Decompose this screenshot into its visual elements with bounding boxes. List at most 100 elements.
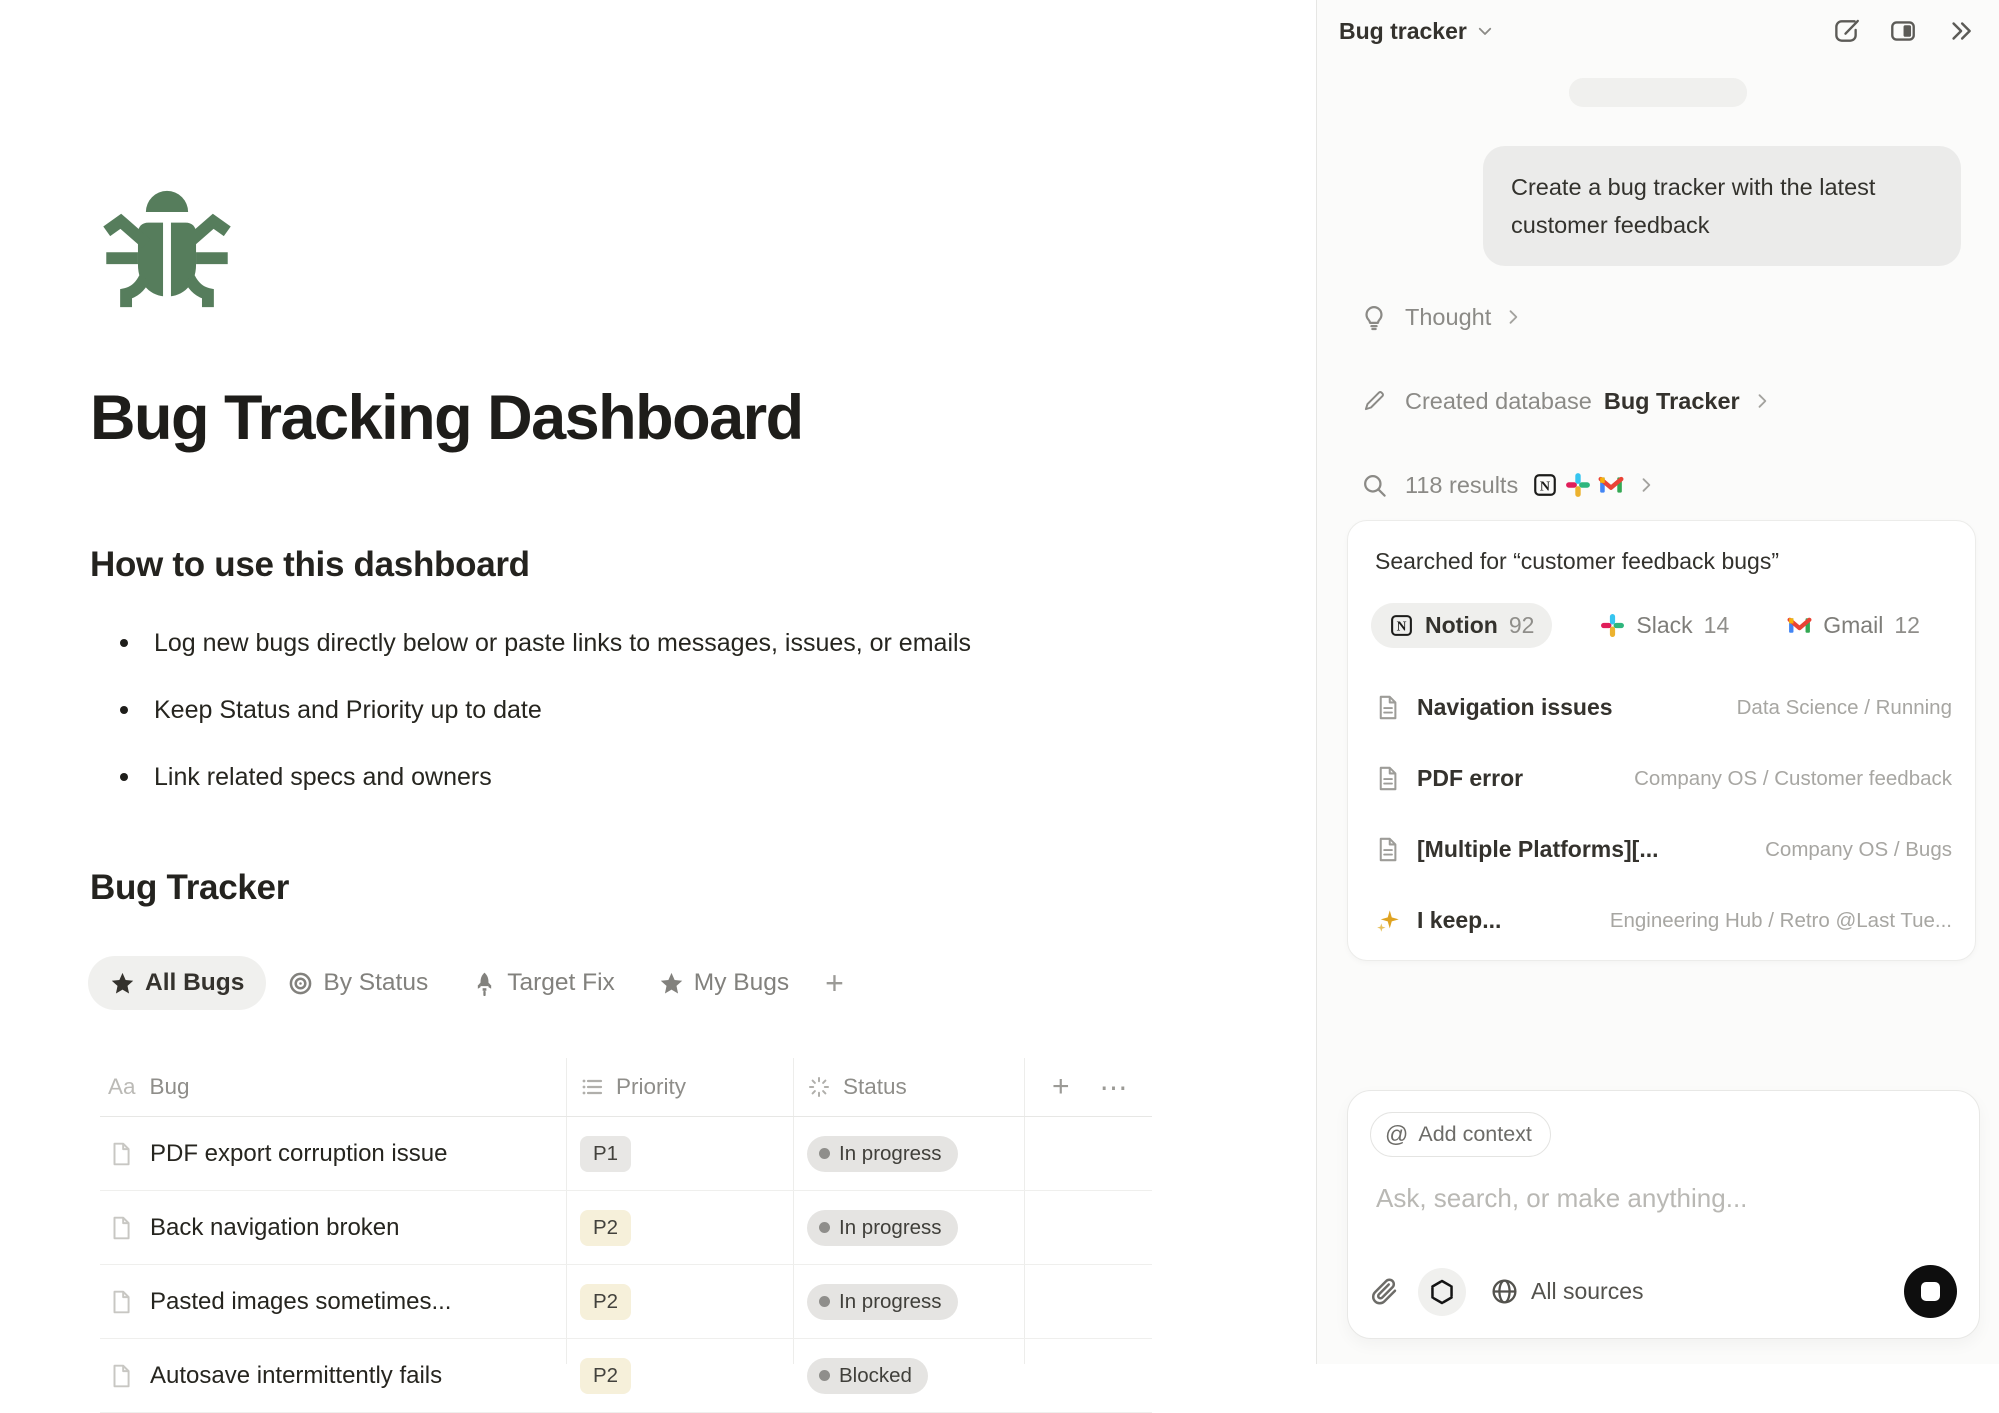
compose-icon[interactable] [1831, 16, 1861, 46]
status-chip[interactable]: In progress [807, 1136, 958, 1172]
priority-chip[interactable]: P2 [580, 1284, 631, 1320]
howto-bullets: Log new bugs directly below or paste lin… [120, 628, 1220, 829]
at-icon: @ [1385, 1121, 1408, 1148]
document-icon [1371, 765, 1403, 792]
agent-activity-log: Thought Created database Bug Tracker [1359, 298, 1969, 550]
panel-title: Bug tracker [1339, 18, 1467, 45]
all-sources-selector[interactable]: All sources [1490, 1277, 1643, 1306]
list-item[interactable]: [Multiple Platforms][... Company OS / Bu… [1371, 814, 1952, 885]
page-icon [108, 1289, 134, 1315]
table-row[interactable]: Autosave intermittently fails P2 Blocked [100, 1339, 1152, 1413]
column-header-bug[interactable]: Aa Bug [100, 1058, 566, 1116]
document-icon [1371, 836, 1403, 863]
howto-heading: How to use this dashboard [90, 545, 530, 585]
table-row[interactable]: PDF export corruption issue P1 In progre… [100, 1117, 1152, 1191]
priority-chip[interactable]: P1 [580, 1136, 631, 1172]
panel-title-dropdown[interactable]: Bug tracker [1339, 18, 1494, 45]
list-icon [580, 1075, 604, 1099]
user-message-bubble: Create a bug tracker with the latest cus… [1483, 146, 1961, 266]
source-tabs: N Notion 92 Slack 14 Gmail 12 [1371, 603, 1952, 648]
table-row[interactable]: Back navigation broken P2 In progress [100, 1191, 1152, 1265]
model-selector[interactable] [1418, 1268, 1466, 1316]
list-item[interactable]: PDF error Company OS / Customer feedback [1371, 743, 1952, 814]
source-tab-count: 92 [1509, 612, 1535, 639]
all-sources-label: All sources [1531, 1278, 1643, 1305]
add-column-button[interactable]: + [1052, 1070, 1070, 1104]
ai-side-panel: Bug tracker Create a bug tracker with th… [1316, 0, 1999, 1364]
sparkles-icon [1371, 907, 1403, 934]
source-icons: N [1532, 472, 1624, 498]
bug-title: Back navigation broken [150, 1214, 400, 1242]
page-title: Bug Tracking Dashboard [90, 382, 803, 454]
column-label: Bug [150, 1074, 190, 1100]
source-tab-count: 12 [1894, 612, 1920, 639]
status-dot [819, 1370, 830, 1381]
result-title: Navigation issues [1417, 694, 1613, 721]
result-title: I keep... [1417, 907, 1501, 934]
double-chevron-right-icon[interactable] [1945, 16, 1975, 46]
svg-text:N: N [1540, 478, 1550, 494]
rocket-icon [472, 971, 497, 996]
tracker-heading: Bug Tracker [90, 868, 289, 908]
activity-target: Bug Tracker [1604, 388, 1740, 415]
source-tab-gmail[interactable]: Gmail 12 [1777, 603, 1930, 648]
paperclip-icon[interactable] [1370, 1277, 1400, 1307]
slack-icon [1600, 613, 1625, 638]
search-results-title: Searched for “customer feedback bugs” [1375, 548, 1952, 575]
bullet-dot [120, 639, 128, 647]
activity-label: Thought [1405, 304, 1491, 331]
composer-input[interactable]: Ask, search, or make anything... [1376, 1183, 1957, 1214]
column-header-priority[interactable]: Priority [566, 1058, 793, 1116]
screen: Bug Tracking Dashboard How to use this d… [0, 0, 1999, 1364]
source-tab-notion[interactable]: N Notion 92 [1371, 603, 1552, 648]
status-chip[interactable]: In progress [807, 1284, 958, 1320]
column-header-status[interactable]: Status [793, 1058, 1024, 1116]
activity-created-database[interactable]: Created database Bug Tracker [1359, 382, 1969, 420]
bug-title: Pasted images sometimes... [150, 1288, 451, 1316]
table-row[interactable]: Pasted images sometimes... P2 In progres… [100, 1265, 1152, 1339]
priority-chip[interactable]: P2 [580, 1210, 631, 1246]
side-peek-icon[interactable] [1888, 16, 1918, 46]
result-context: Data Science / Running [1723, 696, 1952, 720]
source-tab-label: Gmail [1823, 612, 1883, 639]
pencil-icon [1359, 388, 1389, 414]
star-icon [659, 971, 684, 996]
stop-button[interactable] [1904, 1265, 1957, 1318]
globe-icon [1490, 1277, 1519, 1306]
view-tab-label: My Bugs [694, 969, 789, 997]
document-icon [1371, 694, 1403, 721]
list-item[interactable]: Navigation issues Data Science / Running [1371, 672, 1952, 743]
bug-title: PDF export corruption issue [150, 1140, 447, 1168]
bullet-item: Keep Status and Priority up to date [120, 695, 1220, 726]
result-title: PDF error [1417, 765, 1523, 792]
status-chip[interactable]: In progress [807, 1210, 958, 1246]
activity-thought[interactable]: Thought [1359, 298, 1969, 336]
ai-composer[interactable]: @ Add context Ask, search, or make anyth… [1347, 1090, 1980, 1339]
source-tab-label: Notion [1425, 612, 1498, 639]
view-tab-target-fix[interactable]: Target Fix [450, 956, 637, 1010]
text-type-icon: Aa [108, 1074, 136, 1100]
svg-text:N: N [1397, 619, 1407, 634]
status-chip[interactable]: Blocked [807, 1358, 928, 1394]
view-tab-my-bugs[interactable]: My Bugs [637, 956, 811, 1010]
priority-chip[interactable]: P2 [580, 1358, 631, 1394]
table-options-button[interactable]: ⋯ [1100, 1071, 1130, 1104]
column-label: Priority [616, 1074, 686, 1100]
bullet-dot [120, 706, 128, 714]
status-label: In progress [839, 1142, 942, 1166]
openai-icon [1428, 1278, 1456, 1306]
notion-icon: N [1532, 472, 1558, 498]
bug-icon[interactable] [100, 183, 234, 315]
spinner-icon [807, 1075, 831, 1099]
result-context: Company OS / Bugs [1751, 838, 1952, 862]
result-context: Engineering Hub / Retro @Last Tue... [1596, 909, 1952, 933]
view-tab-all-bugs[interactable]: All Bugs [88, 956, 266, 1010]
activity-search-results[interactable]: 118 results N [1359, 466, 1969, 504]
source-tab-slack[interactable]: Slack 14 [1590, 603, 1739, 648]
chevron-right-icon [1752, 391, 1772, 411]
view-tab-by-status[interactable]: By Status [266, 956, 450, 1010]
list-item[interactable]: I keep... Engineering Hub / Retro @Last … [1371, 885, 1952, 956]
add-view-button[interactable]: + [811, 965, 858, 1002]
add-context-button[interactable]: @ Add context [1370, 1112, 1551, 1157]
column-label: Status [843, 1074, 907, 1100]
